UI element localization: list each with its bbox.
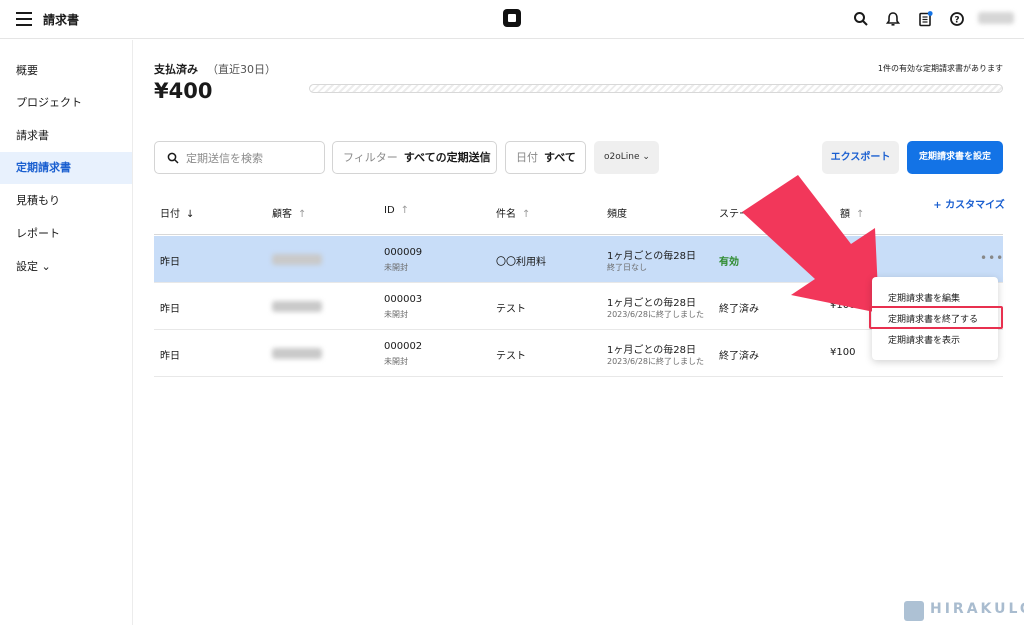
menu-item-view[interactable]: 定期請求書を表示 bbox=[888, 333, 960, 346]
menu-highlight-box bbox=[869, 306, 1003, 329]
watermark-text: HIRAKULOG bbox=[930, 601, 1024, 617]
menu-item-edit[interactable]: 定期請求書を編集 bbox=[888, 291, 960, 304]
pointer-arrow-icon bbox=[742, 175, 879, 313]
watermark-logo-icon bbox=[904, 601, 924, 621]
